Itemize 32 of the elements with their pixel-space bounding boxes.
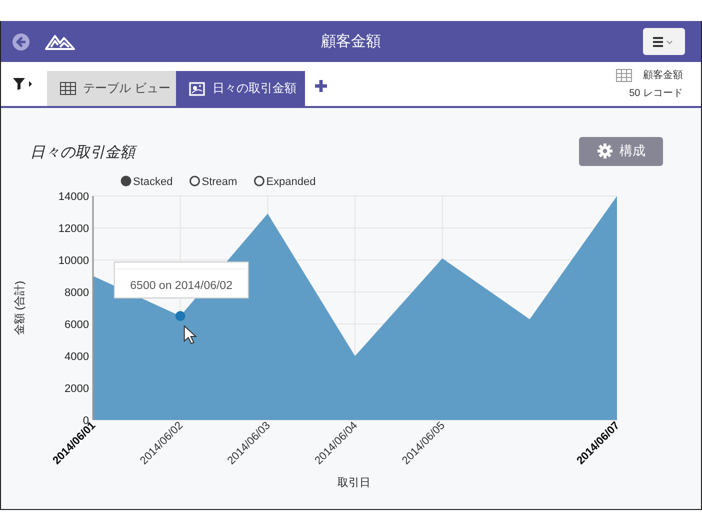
config-button[interactable]: 構成 [579,136,663,166]
y-tick-label: 10000 [58,255,89,267]
y-tick-label: 12000 [58,223,89,235]
table-icon [60,82,76,95]
record-count: 50 レコード [629,87,683,100]
tab[interactable]: 日々の取引金額 [176,71,306,106]
y-tick-label: 14000 [58,191,89,203]
window-title: 顧客金額 [320,32,382,51]
back-icon[interactable] [12,32,30,50]
y-tick-label: 2000 [64,383,89,395]
chart-title: 日々の取引金額 [30,142,135,162]
y-axis-title: 金額 (合計) [14,280,26,336]
legend-option[interactable]: Expanded [254,176,316,188]
picture-icon [189,82,206,96]
mountain-logo-icon [45,34,75,50]
tab[interactable]: テーブル ビュー [47,71,176,106]
highlighted-point [175,311,186,321]
y-tick-label: 4000 [64,351,89,363]
source-name: 顧客金額 [643,68,683,82]
y-tick-label: 8000 [64,287,89,299]
chart-tooltip: 6500 on 2014/06/02 [114,262,249,298]
annotation: 6500 on 2014/06/02 [130,280,232,292]
y-tick-label: 6000 [64,319,89,331]
gear-icon [596,143,612,159]
menu-button[interactable] [643,28,685,55]
x-axis-title: 取引日 [338,477,370,489]
table-icon [616,68,632,82]
add-icon[interactable] [314,79,328,93]
cursor-icon [184,324,198,344]
legend-option[interactable]: Stream [190,176,238,188]
legend-option[interactable]: Stacked [120,176,173,188]
filter-icon[interactable] [13,78,33,90]
